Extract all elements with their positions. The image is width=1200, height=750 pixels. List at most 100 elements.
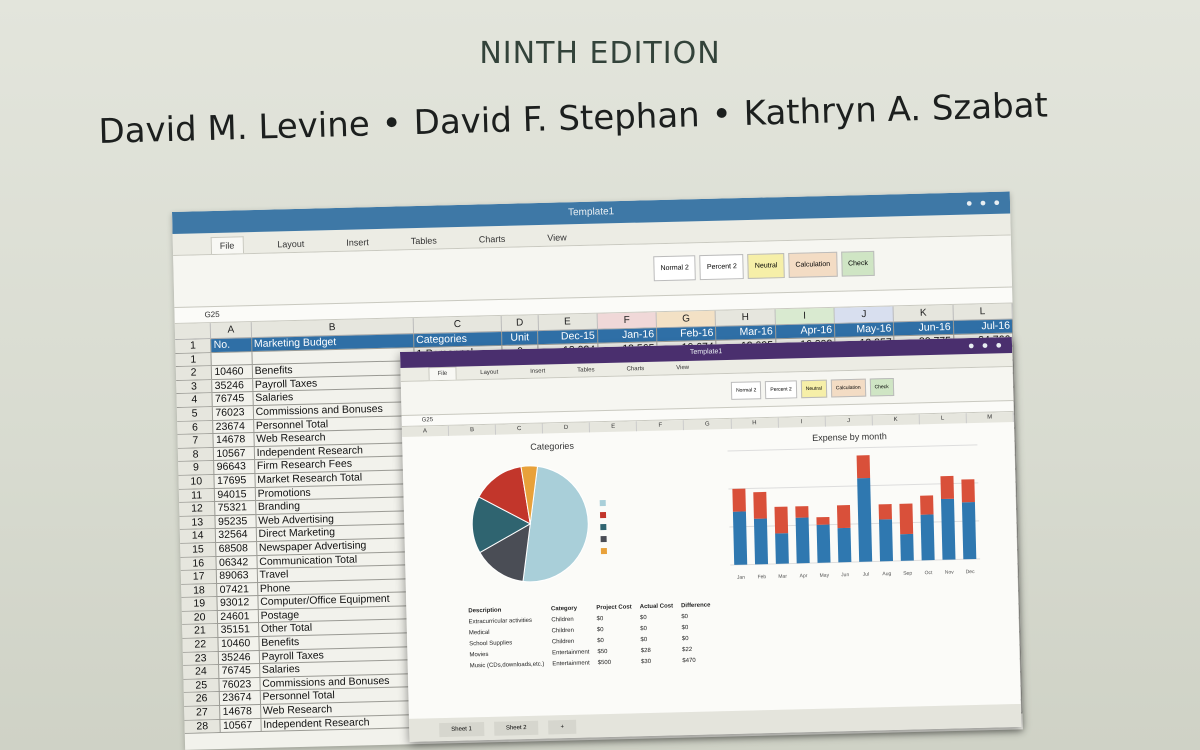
col-header-c[interactable]: C [413,315,503,334]
cell[interactable]: 17695 [214,473,256,488]
col-header-f[interactable]: F [597,312,658,329]
cell[interactable]: 76745 [219,664,261,678]
style-calculation[interactable]: Calculation [788,251,838,278]
bar[interactable] [900,533,914,561]
bar[interactable] [961,479,975,503]
col-header-d[interactable]: D [501,315,539,331]
cell[interactable] [211,351,253,366]
cell[interactable]: 06342 [216,555,258,570]
pie-chart[interactable] [459,452,602,595]
tab-charts[interactable]: Charts [618,363,652,376]
cell[interactable]: 76023 [219,677,261,692]
tab-tables[interactable]: Tables [569,364,603,377]
col-header-a[interactable]: A [211,322,252,339]
col-header[interactable]: M [966,412,1014,424]
header-cell[interactable]: Apr-16 [775,323,836,338]
col-header[interactable]: D [543,422,591,434]
tab-layout[interactable]: Layout [269,236,312,253]
bar[interactable] [941,498,956,560]
tab-insert[interactable]: Insert [522,365,553,378]
bar[interactable] [857,477,873,562]
col-header[interactable]: H [731,417,779,429]
col-header[interactable]: L [919,413,967,425]
header-cell[interactable]: Jul-16 [953,319,1014,334]
cell[interactable]: 75321 [215,501,257,515]
cell[interactable]: 14678 [220,705,262,719]
col-header-e[interactable]: E [538,313,598,331]
tab-insert[interactable]: Insert [338,234,377,251]
cell[interactable]: 10460 [212,365,253,379]
tab-view[interactable]: View [668,362,697,375]
bar[interactable] [816,524,831,563]
bar[interactable] [878,519,894,562]
tab-tables[interactable]: Tables [403,232,445,249]
cell[interactable]: 35246 [212,378,254,393]
col-header[interactable]: K [872,414,920,426]
cell[interactable]: 23674 [213,419,255,434]
bar[interactable] [856,455,871,479]
style-neutral[interactable]: Neutral [800,379,828,399]
col-header-h[interactable]: H [716,309,776,326]
tab-file[interactable]: File [210,236,244,255]
cell[interactable]: Independent Research [261,714,424,732]
style-check[interactable]: Check [869,377,894,397]
cell-styles-gallery[interactable]: Normal 2 Percent 2 Neutral Calculation C… [653,250,876,282]
col-header[interactable]: C [495,423,544,435]
sheet-tab-2[interactable]: Sheet 2 [493,720,539,736]
bar[interactable] [732,511,748,565]
bar[interactable] [795,506,809,518]
cell[interactable]: 24601 [218,609,259,624]
header-cell[interactable]: May-16 [834,322,895,337]
header-cell[interactable]: Feb-16 [656,326,717,341]
bar[interactable] [774,506,789,534]
cell[interactable]: 96643 [214,460,256,474]
bar[interactable] [836,505,851,529]
header-cell[interactable]: Jan-16 [597,328,658,343]
style-normal-2[interactable]: Normal 2 [653,255,697,282]
window-controls-icon[interactable]: ● ● ● [968,337,1004,354]
cell[interactable]: 32564 [216,528,257,542]
cell[interactable]: 68508 [216,541,258,556]
col-header[interactable]: I [778,416,826,428]
header-cell[interactable]: Categories [414,331,503,347]
tab-layout[interactable]: Layout [472,366,506,379]
cell[interactable]: 95235 [215,514,257,529]
bar[interactable] [753,491,767,519]
col-header-j[interactable]: J [834,306,895,323]
cell[interactable]: 10460 [218,637,260,651]
style-calculation[interactable]: Calculation [830,378,866,398]
bar[interactable] [816,516,830,525]
col-header[interactable]: B [448,424,497,436]
bar[interactable] [775,533,789,564]
bar[interactable] [795,517,810,564]
cell[interactable]: 10567 [214,446,255,461]
cell-reference[interactable]: G25 [422,417,433,423]
chart-sheet[interactable]: ABCDEFGHIJKLM Categories Expense by mont… [401,412,1021,719]
col-header[interactable]: F [637,420,685,432]
cell[interactable]: 10567 [220,718,262,733]
bar[interactable] [837,527,852,563]
col-header-l[interactable]: L [953,303,1013,320]
sheet-tab-1[interactable]: Sheet 1 [439,721,485,737]
bar[interactable] [920,514,935,561]
header-cell[interactable]: No. [211,338,253,352]
cell[interactable]: 76023 [213,406,254,420]
bar[interactable] [899,503,914,535]
bar[interactable] [753,518,769,565]
bar-chart[interactable]: Jan Feb Mar Apr May Jun Jul Aug Sep Oct Nov Dec [707,439,981,586]
cell[interactable]: 07421 [217,582,259,597]
col-header[interactable]: A [401,425,450,437]
cell-styles-gallery[interactable]: Normal 2 Percent 2 Neutral Calculation C… [730,377,894,400]
header-cell[interactable]: Unit [501,331,539,345]
style-neutral[interactable]: Neutral [747,253,785,279]
cell[interactable]: 76745 [212,392,254,407]
tab-file[interactable]: File [428,366,457,381]
col-header-k[interactable]: K [893,304,954,322]
header-cell[interactable]: Mar-16 [716,325,776,340]
cell[interactable]: 93012 [217,596,259,610]
header-cell[interactable]: Jun-16 [894,320,954,335]
cell[interactable]: 14678 [213,433,255,447]
style-check[interactable]: Check [840,250,876,277]
style-percent-2[interactable]: Percent 2 [699,254,745,281]
bar[interactable] [878,504,892,520]
